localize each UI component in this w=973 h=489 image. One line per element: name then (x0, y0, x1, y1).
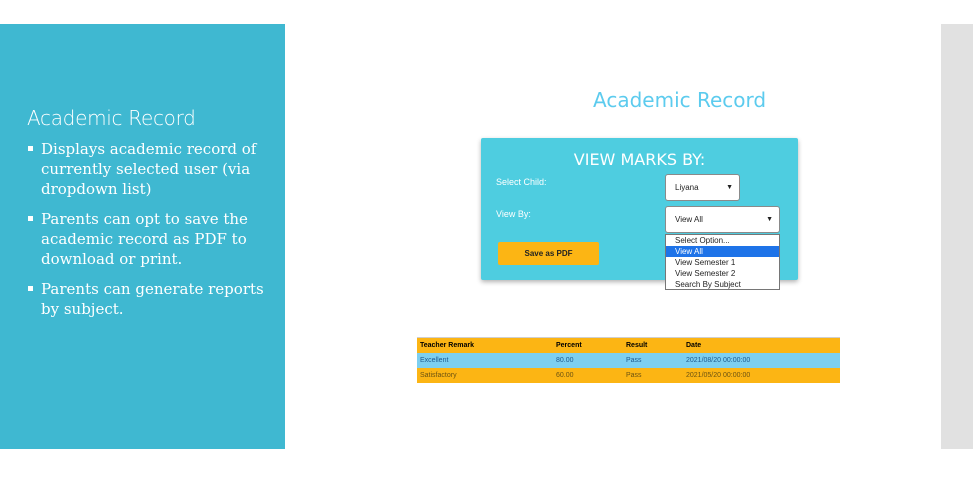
page-title: Academic Record (593, 88, 767, 112)
column-header: Result (623, 337, 683, 353)
table-cell: 2021/05/20 00:00:00 (683, 367, 840, 383)
chevron-down-icon: ▼ (726, 184, 733, 191)
select-child-value: Liyana (675, 183, 699, 192)
card-heading: VIEW MARKS BY: (573, 150, 706, 169)
bullet-text: Parents can opt to save the academic rec… (41, 210, 248, 268)
dropdown-option[interactable]: Search By Subject (666, 279, 779, 290)
slide-bullet-list: Displays academic record of currently se… (27, 139, 277, 329)
column-header: Teacher Remark (417, 337, 553, 353)
column-header: Percent (553, 337, 623, 353)
slide-right-strip (941, 24, 973, 449)
dropdown-option-selected[interactable]: View All (666, 246, 779, 257)
table-header-row: Teacher Remark Percent Result Date (417, 337, 840, 353)
square-bullet-icon (28, 216, 33, 221)
dropdown-option[interactable]: View Semester 1 (666, 257, 779, 268)
dropdown-option[interactable]: Select Option... (666, 235, 779, 246)
view-by-label: View By: (496, 209, 531, 219)
marks-table: Teacher Remark Percent Result Date Excel… (417, 337, 840, 383)
table-cell: Satisfactory (417, 367, 553, 383)
view-by-value: View All (675, 215, 703, 224)
bullet-item: Parents can generate reports by subject. (27, 279, 277, 319)
square-bullet-icon (28, 286, 33, 291)
square-bullet-icon (28, 146, 33, 151)
select-child-label: Select Child: (496, 177, 547, 187)
dropdown-option[interactable]: View Semester 2 (666, 268, 779, 279)
select-child-dropdown[interactable]: Liyana ▼ (665, 174, 740, 201)
view-by-options-list: Select Option... View All View Semester … (665, 234, 780, 290)
chevron-down-icon: ▼ (766, 216, 773, 223)
bullet-text: Displays academic record of currently se… (41, 140, 257, 198)
bullet-text: Parents can generate reports by subject. (41, 280, 264, 318)
table-cell: 2021/08/20 00:00:00 (683, 352, 840, 368)
table-cell: 80.00 (553, 352, 623, 368)
slide-left-panel: Academic Record Displays academic record… (0, 24, 285, 449)
bullet-item: Parents can opt to save the academic rec… (27, 209, 277, 269)
table-cell: 60.00 (553, 367, 623, 383)
view-by-dropdown[interactable]: View All ▼ (665, 206, 780, 233)
table-cell: Pass (623, 367, 683, 383)
column-header: Date (683, 337, 840, 353)
table-cell: Pass (623, 352, 683, 368)
save-as-pdf-button[interactable]: Save as PDF (498, 242, 599, 265)
table-row: Satisfactory 60.00 Pass 2021/05/20 00:00… (417, 367, 840, 383)
table-row: Excellent 80.00 Pass 2021/08/20 00:00:00 (417, 352, 840, 368)
bullet-item: Displays academic record of currently se… (27, 139, 277, 199)
slide-title: Academic Record (27, 106, 196, 130)
table-cell: Excellent (417, 352, 553, 368)
